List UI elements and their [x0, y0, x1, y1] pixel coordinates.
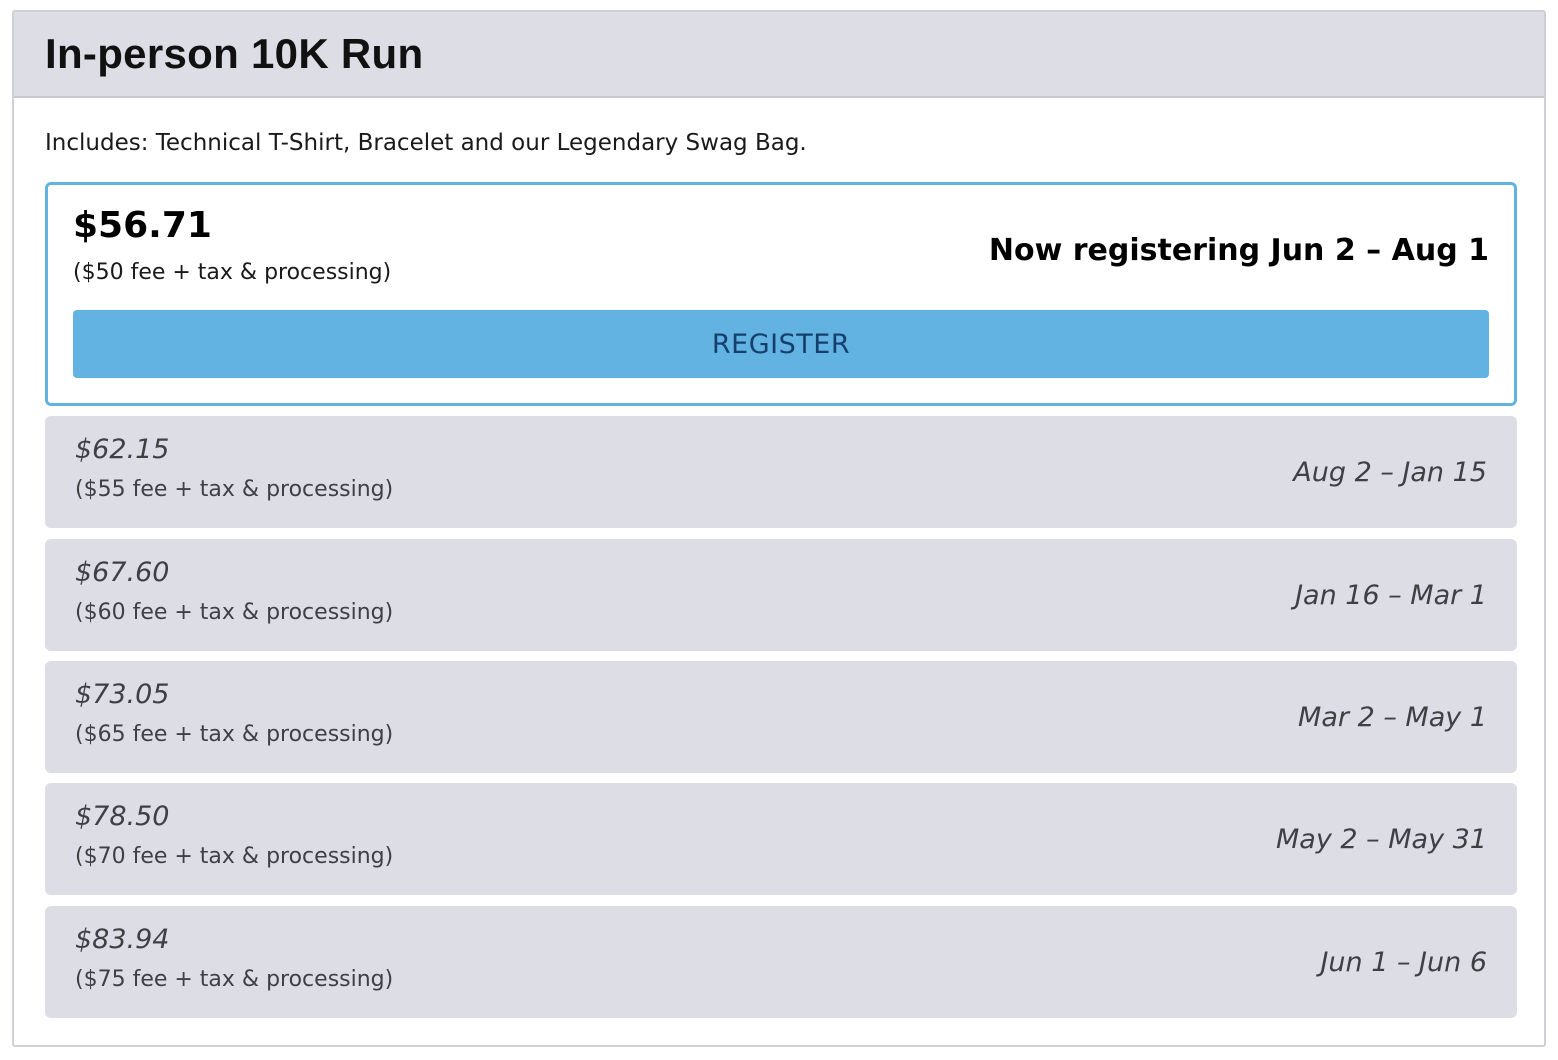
active-price: $56.71	[73, 205, 212, 246]
tier-dates: Jan 16 – Mar 1	[1295, 580, 1487, 611]
tier-fee-breakdown: ($70 fee + tax & processing)	[75, 844, 394, 869]
tier-price: $62.15	[75, 434, 170, 465]
tier-fee-breakdown: ($65 fee + tax & processing)	[75, 722, 394, 747]
tier-dates: May 2 – May 31	[1275, 824, 1487, 855]
tier-fee-breakdown: ($75 fee + tax & processing)	[75, 967, 394, 992]
includes-text: Includes: Technical T-Shirt, Bracelet an…	[45, 130, 807, 156]
tier-dates: Jun 1 – Jun 6	[1320, 947, 1487, 978]
tier-price: $83.94	[75, 924, 170, 955]
register-button[interactable]: REGISTER	[73, 310, 1489, 378]
tier-price: $67.60	[75, 557, 170, 588]
panel-header: In-person 10K Run	[14, 12, 1544, 98]
tier-fee-breakdown: ($60 fee + tax & processing)	[75, 600, 394, 625]
page-title: In-person 10K Run	[45, 30, 424, 77]
price-tier: $73.05 ($65 fee + tax & processing) Mar …	[45, 661, 1517, 773]
price-tier: $62.15 ($55 fee + tax & processing) Aug …	[45, 416, 1517, 528]
active-fee-breakdown: ($50 fee + tax & processing)	[73, 260, 392, 285]
active-price-tier: $56.71 ($50 fee + tax & processing) Now …	[45, 182, 1517, 406]
active-registration-dates: Now registering Jun 2 – Aug 1	[988, 233, 1489, 268]
tier-price: $73.05	[75, 679, 170, 710]
tier-price: $78.50	[75, 801, 170, 832]
price-tier: $83.94 ($75 fee + tax & processing) Jun …	[45, 906, 1517, 1018]
registration-panel: In-person 10K Run Includes: Technical T-…	[12, 10, 1546, 1047]
tier-dates: Mar 2 – May 1	[1298, 702, 1487, 733]
tier-fee-breakdown: ($55 fee + tax & processing)	[75, 477, 394, 502]
price-tier: $67.60 ($60 fee + tax & processing) Jan …	[45, 539, 1517, 651]
tier-dates: Aug 2 – Jan 15	[1293, 457, 1487, 488]
price-tier: $78.50 ($70 fee + tax & processing) May …	[45, 783, 1517, 895]
